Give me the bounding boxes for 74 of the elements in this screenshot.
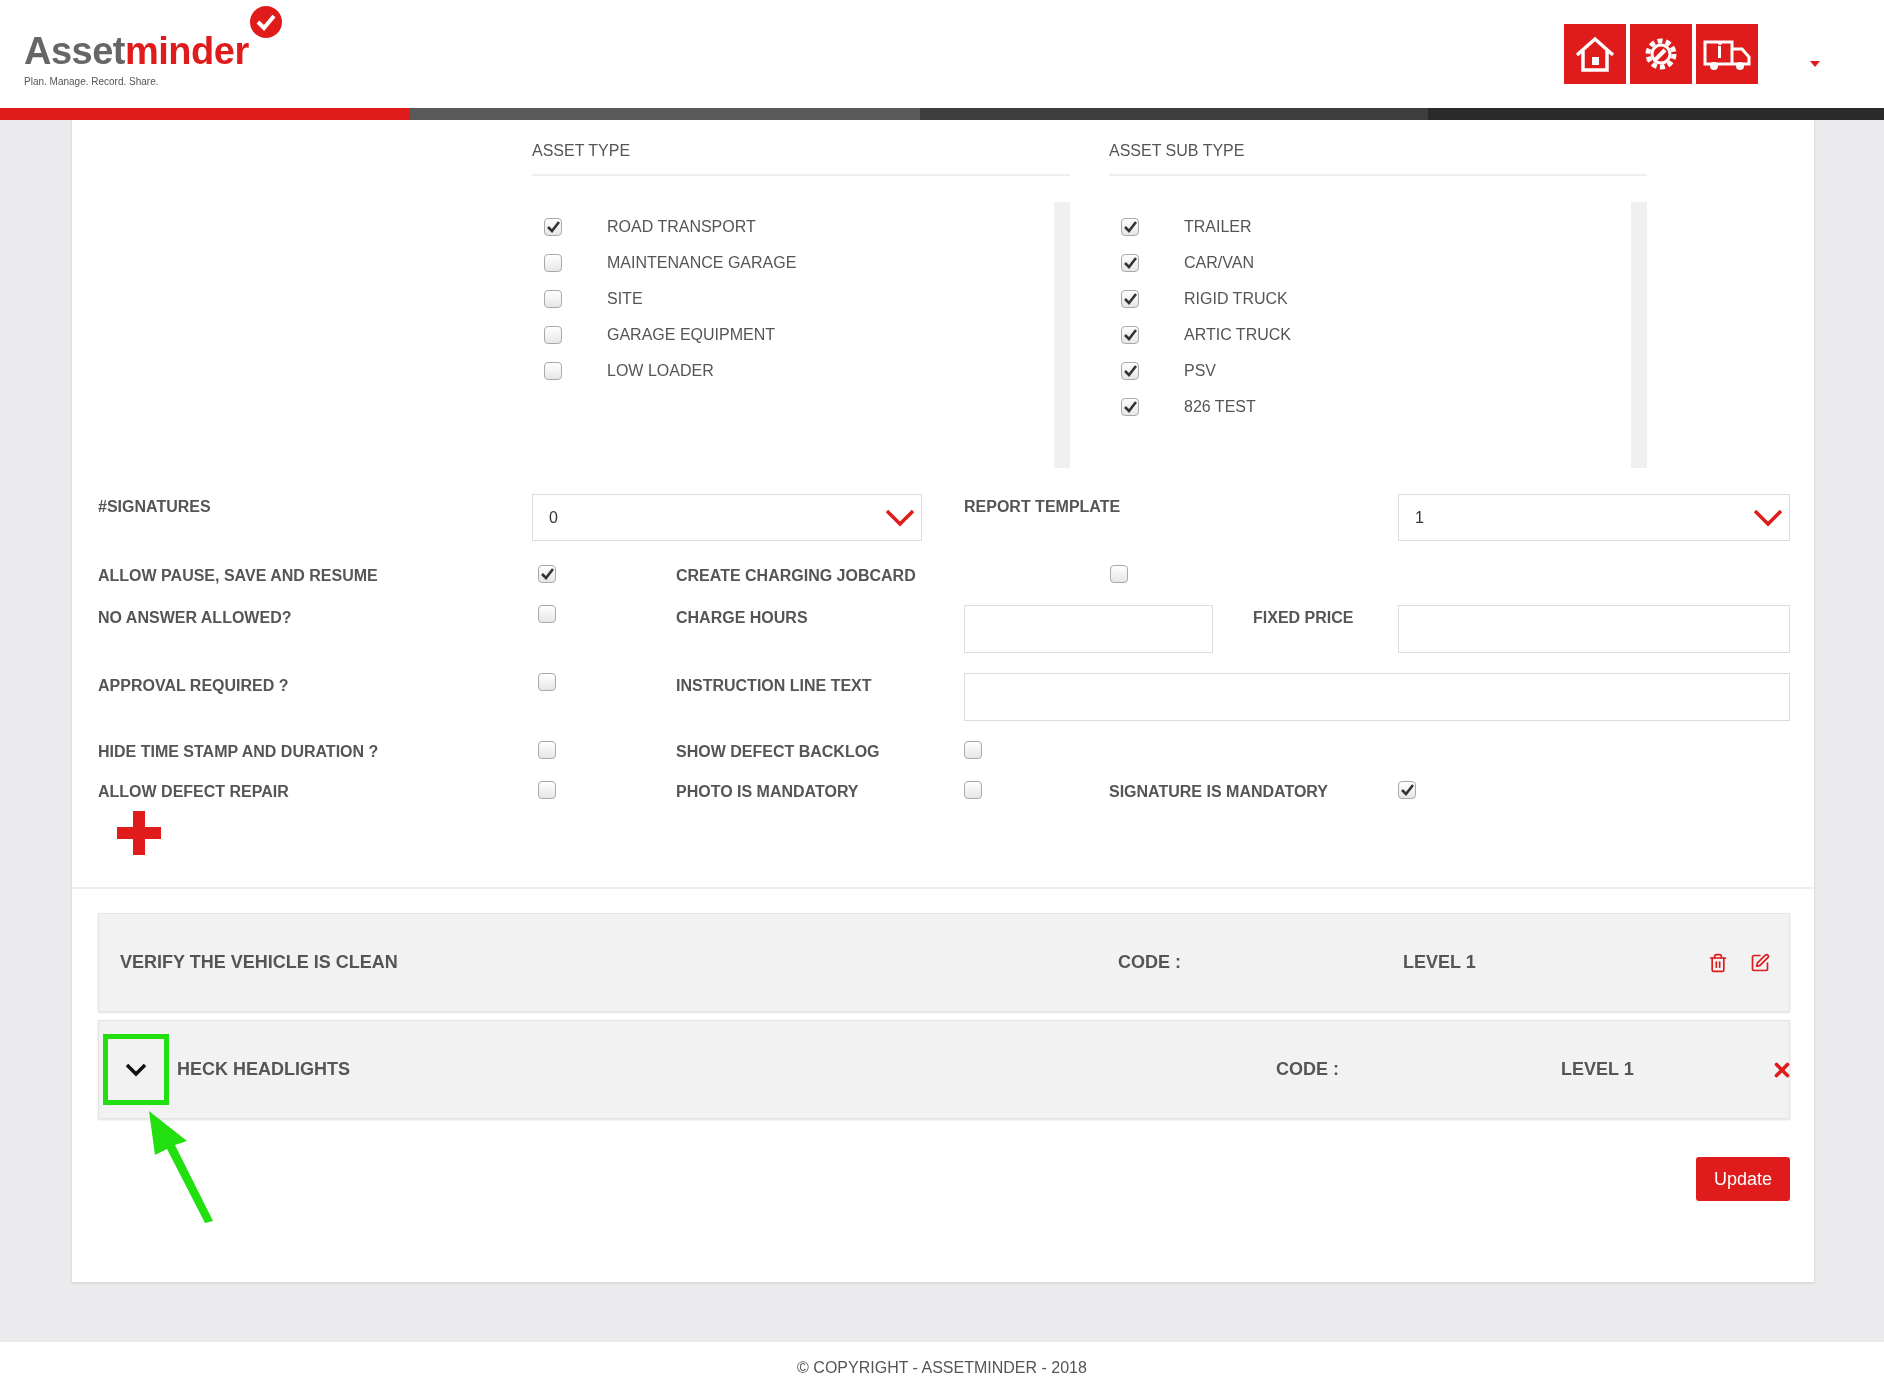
field-label: CHARGE HOURS [676,608,809,627]
copyright-text: © COPYRIGHT - ASSETMINDER - 2018 [797,1359,1087,1377]
checkbox[interactable] [538,673,556,691]
checkbox-label: MAINTENANCE GARAGE [607,254,797,272]
checkbox[interactable] [544,290,562,308]
field-label: CREATE CHARGING JOBCARD [676,566,917,585]
checkbox[interactable] [964,781,982,799]
field-label: #SIGNATURES [98,497,212,516]
checkbox[interactable] [544,254,562,272]
update-button[interactable]: Update [1695,1157,1790,1201]
code-label: CODE : [1118,952,1181,973]
checkbox[interactable] [538,565,556,583]
checkbox-label: 826 TEST [1184,398,1256,416]
checkbox[interactable] [1121,362,1139,380]
checkbox-label: GARAGE EQUIPMENT [607,326,776,344]
field-label: ALLOW PAUSE, SAVE AND RESUME [98,566,379,585]
checkbox[interactable] [1121,290,1139,308]
checkbox[interactable] [1121,398,1139,416]
chevron-down-icon [1753,508,1783,527]
checkbox-label: ARTIC TRUCK [1184,326,1291,344]
truck-info-button[interactable] [1696,24,1758,84]
field-label: INSTRUCTION LINE TEXT [676,676,873,695]
field-label: SHOW DEFECT BACKLOG [676,742,881,761]
section-title: ASSET TYPE [532,140,1070,176]
field-label: SIGNATURE IS MANDATORY [1109,782,1329,801]
input-field[interactable] [964,673,1790,721]
delete-icon[interactable] [1708,952,1728,973]
home-button[interactable] [1564,24,1626,84]
field-label: ALLOW DEFECT REPAIR [98,782,290,801]
gear-wrench-button[interactable] [1630,24,1692,84]
checkbox[interactable] [1398,781,1416,799]
select-field[interactable]: 0 [532,494,922,541]
checkbox[interactable] [1121,218,1139,236]
checkbox-label: PSV [1184,362,1216,380]
checkbox-label: RIGID TRUCK [1184,290,1288,308]
chevron-down-icon [885,508,915,527]
level-label: LEVEL 1 [1561,1059,1634,1080]
select-field[interactable]: 1 [1398,494,1790,541]
checkbox[interactable] [538,605,556,623]
field-label: PHOTO IS MANDATORY [676,782,860,801]
checkbox[interactable] [1110,565,1128,583]
checkbox-label: TRAILER [1184,218,1252,236]
caret-icon[interactable] [1810,61,1820,67]
checkbox[interactable] [538,741,556,759]
checkbox-label: LOW LOADER [607,362,714,380]
home-icon [1574,35,1616,73]
input-field[interactable] [1398,605,1790,653]
checkbox[interactable] [1121,326,1139,344]
input-field[interactable] [964,605,1213,653]
checkbox[interactable] [964,741,982,759]
section-title: ASSET SUB TYPE [1109,140,1647,176]
question-title: VERIFY THE VEHICLE IS CLEAN [120,952,398,973]
checkbox[interactable] [544,362,562,380]
checkbox-label: CAR/VAN [1184,254,1254,272]
checkbox-label: ROAD TRANSPORT [607,218,756,236]
checkbox[interactable] [544,326,562,344]
logo-wordmark: Assetminder [24,28,249,74]
checkbox-label: SITE [607,290,643,308]
edit-icon[interactable] [1750,952,1770,973]
logo-tagline: Plan. Manage. Record. Share. [24,76,160,88]
field-label: FIXED PRICE [1253,608,1355,627]
field-label: HIDE TIME STAMP AND DURATION ? [98,742,380,761]
field-label: NO ANSWER ALLOWED? [98,608,293,627]
checkbox[interactable] [538,781,556,799]
check-circle-icon [248,4,283,39]
chevron-down-icon[interactable] [125,1062,147,1077]
code-label: CODE : [1276,1059,1339,1080]
level-label: LEVEL 1 [1403,952,1476,973]
add-icon[interactable] [117,811,161,855]
field-label: REPORT TEMPLATE [964,497,1122,516]
field-label: APPROVAL REQUIRED ? [98,676,290,695]
checkbox[interactable] [544,218,562,236]
question-title: HECK HEADLIGHTS [177,1059,350,1080]
checkbox[interactable] [1121,254,1139,272]
